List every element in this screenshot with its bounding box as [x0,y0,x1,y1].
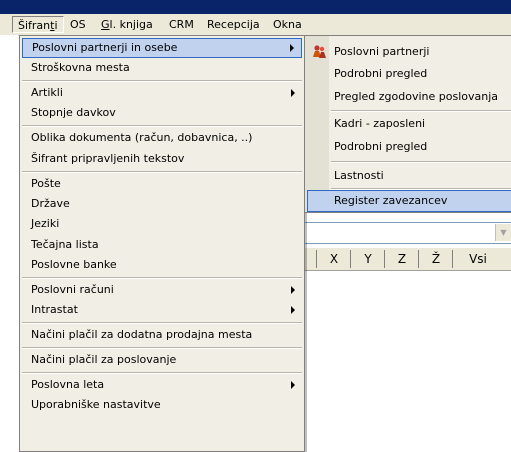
menu-label: CRM [169,18,194,31]
letter-tab-all[interactable]: Vsi [452,250,503,268]
menu-item-stopnje-davkov[interactable]: Stopnje davkov [22,103,302,123]
menu-item-label: Artikli [31,86,63,99]
menu-item-label: Intrastat [31,303,78,316]
menu-item-label: Pošte [31,177,61,190]
menu-label: Recepcija [207,18,260,31]
menu-item-sifrant-tekstov[interactable]: Šifrant pripravljenih tekstov [22,149,302,169]
menu-separator [22,347,302,349]
menu-item-label: Poslovni računi [31,283,114,296]
submenu-item-podrobni-pregled[interactable]: Podrobni pregled [307,63,511,85]
menu-okna[interactable]: Okna [268,16,307,33]
menu-item-poslovni-racuni[interactable]: Poslovni računi [22,280,302,300]
menu-item-uporabniske-nastavitve[interactable]: Uporabniške nastavitve [22,395,302,415]
menu-separator [22,80,302,82]
submenu-item-label: Podrobni pregled [334,140,428,153]
submenu-arrow-icon [291,306,295,314]
poslovni-partnerji-submenu: Poslovni partnerji Podrobni pregled Preg… [304,35,511,213]
menu-separator [22,171,302,173]
submenu-arrow-icon [290,44,294,52]
background-window [0,35,18,452]
menu-item-drzave[interactable]: Države [22,194,302,214]
menu-separator [22,125,302,127]
menu-recepcija[interactable]: Recepcija [202,16,265,33]
submenu-item-lastnosti[interactable]: Lastnosti [307,165,511,187]
submenu-item-label: Pregled zgodovine poslovanja [334,90,499,103]
menu-item-poslovna-leta[interactable]: Poslovna leta [22,375,302,395]
submenu-arrow-icon [291,286,295,294]
submenu-item-label: Kadri - zaposleni [334,117,426,130]
submenu-arrow-icon [291,89,295,97]
menu-bar: Šifranti OS Gl. knjiga CRM Recepcija Okn… [0,14,511,36]
submenu-separator [331,110,511,112]
sifranti-dropdown-menu: Poslovni partnerji in osebe Stroškovna m… [19,35,305,452]
menu-item-nacini-placil-prodajna[interactable]: Načini plačil za dodatna prodajna mesta [22,325,302,345]
menu-separator [22,277,302,279]
submenu-item-label: Poslovni partnerji [334,45,430,58]
menu-label: Okna [273,18,302,31]
menu-item-label: Načini plačil za dodatna prodajna mesta [31,328,253,341]
menu-label: Šifran [18,19,51,32]
letter-filter-bar: X Y Z Ž Vsi [304,248,511,271]
menu-item-label: Šifrant pripravljenih tekstov [31,152,185,165]
submenu-item-poslovni-partnerji[interactable]: Poslovni partnerji [307,41,511,63]
menu-item-label: Oblika dokumenta (račun, dobavnica, ..) [31,131,253,144]
menu-sifranti[interactable]: Šifranti [12,16,64,33]
menu-item-oblika-dokumenta[interactable]: Oblika dokumenta (račun, dobavnica, ..) [22,128,302,148]
menu-label: l. knjiga [109,18,153,31]
menu-label: i [54,19,58,32]
letter-tab-x[interactable]: X [316,250,351,268]
submenu-arrow-icon [291,381,295,389]
menu-item-label: Poslovni partnerji in osebe [32,41,178,54]
partners-icon [313,45,326,58]
menu-separator [22,372,302,374]
letter-tab-y[interactable]: Y [350,250,385,268]
menu-gl-knjiga[interactable]: Gl. knjiga [96,16,158,33]
letter-tab-zh[interactable]: Ž [418,250,453,268]
menu-separator [22,322,302,324]
menu-item-tecajna-lista[interactable]: Tečajna lista [22,235,302,255]
menu-os[interactable]: OS [65,16,91,33]
menu-item-artikli[interactable]: Artikli [22,83,302,103]
menu-item-poslovni-partnerji-in-osebe[interactable]: Poslovni partnerji in osebe [22,38,302,58]
menu-label: OS [70,18,86,31]
submenu-item-kadri-zaposleni[interactable]: Kadri - zaposleni [307,113,511,135]
menu-crm[interactable]: CRM [164,16,199,33]
submenu-item-label: Podrobni pregled [334,67,428,80]
submenu-item-zgodovina-poslovanja[interactable]: Pregled zgodovine poslovanja [307,86,511,108]
menu-item-label: Poslovne banke [31,258,117,271]
menu-item-label: Jeziki [31,217,60,230]
title-bar [0,0,511,14]
menu-item-stroskovna-mesta[interactable]: Stroškovna mesta [22,58,302,78]
menu-item-label: Uporabniške nastavitve [31,398,161,411]
menu-item-intrastat[interactable]: Intrastat [22,300,302,320]
submenu-separator [331,161,511,163]
letter-tab-z[interactable]: Z [384,250,419,268]
background-combo[interactable]: ▼ [304,222,511,244]
menu-item-label: Stopnje davkov [31,106,116,119]
submenu-item-podrobni-pregled-kadri[interactable]: Podrobni pregled [307,136,511,158]
menu-item-poslovne-banke[interactable]: Poslovne banke [22,255,302,275]
menu-item-label: Države [31,197,70,210]
menu-item-label: Poslovna leta [31,378,105,391]
combo-dropdown-icon[interactable]: ▼ [495,224,511,241]
submenu-item-register-zavezancev[interactable]: Register zavezancev [307,190,511,212]
menu-item-label: Tečajna lista [31,238,99,251]
menu-label-accel: G [101,18,110,31]
menu-item-nacini-placil-poslovanje[interactable]: Načini plačil za poslovanje [22,350,302,370]
menu-item-jeziki[interactable]: Jeziki [22,214,302,234]
menu-item-label: Stroškovna mesta [31,61,130,74]
menu-item-label: Načini plačil za poslovanje [31,353,177,366]
submenu-item-label: Register zavezancev [334,194,448,207]
submenu-item-label: Lastnosti [334,169,384,182]
menu-item-poste[interactable]: Pošte [22,174,302,194]
